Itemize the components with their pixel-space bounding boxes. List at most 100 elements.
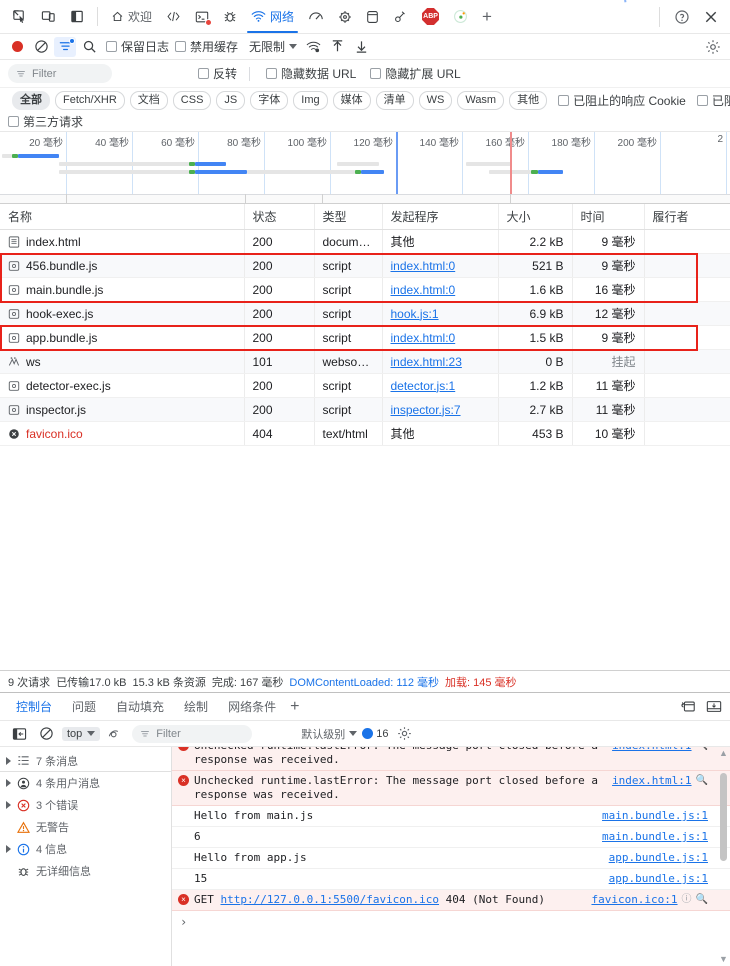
preserve-log-checkbox[interactable]: 保留日志 [106,38,169,55]
cell-initiator[interactable]: index.html:0 [382,277,499,302]
table-row[interactable]: 456.bundle.js 200 script index.html:0 521 B9… [0,253,730,278]
expand-triangle-icon[interactable] [6,756,11,765]
message-source-link[interactable]: main.bundle.js:1 [602,809,708,823]
console-message-row[interactable]: × Unchecked runtime.lastError: The messag… [172,771,730,806]
initiator-link[interactable]: index.html:0 [391,331,456,345]
type-chip-字体[interactable]: 字体 [250,90,289,110]
search-magnifier-icon[interactable] [78,37,100,57]
cell-initiator[interactable]: inspector.js:7 [382,397,499,422]
cell-initiator[interactable]: index.html:23 [382,349,499,374]
restore-drawer-icon[interactable] [680,699,696,714]
tab-extension[interactable] [446,0,475,33]
type-chip-css[interactable]: CSS [172,90,212,110]
type-chip-fetch-xhr[interactable]: Fetch/XHR [55,90,125,110]
record-circle-icon[interactable] [6,37,28,57]
overview-scrubber[interactable] [0,194,730,203]
message-source-link[interactable]: app.bundle.js:1 [609,872,708,886]
tab-network[interactable]: 网络 [244,0,301,33]
tab-elements[interactable] [159,0,188,33]
search-magnifier-icon[interactable]: 🔍 [696,747,708,753]
third-party-checkbox[interactable]: 第三方请求 [8,113,83,130]
inspect-element-icon[interactable] [6,4,33,30]
table-row[interactable]: ws 101 websocket index.html:23 0 B 挂起 [0,349,730,374]
table-row[interactable]: main.bundle.js 200 script index.html:0 1.6 k… [0,277,730,302]
search-magnifier-icon[interactable]: 🔍 [696,774,708,788]
tab-sources[interactable] [216,0,244,33]
console-message-row[interactable]: 15 app.bundle.js:1 [172,869,730,890]
drawer-tab-控制台[interactable]: 控制台 [8,696,61,717]
column-header-履行者[interactable]: 履行者 [644,204,730,230]
cell-initiator[interactable]: index.html:0 [382,325,499,350]
drawer-tab-网络条件[interactable]: 网络条件 [220,696,284,717]
console-message-row[interactable]: 6 main.bundle.js:1 [172,827,730,848]
message-source-link[interactable]: app.bundle.js:1 [609,851,708,865]
table-row[interactable]: inspector.js 200 script inspector.js:7 2.7 k… [0,397,730,422]
tab-performance[interactable] [301,0,331,33]
cell-initiator[interactable]: hook.js:1 [382,301,499,326]
tab-console[interactable] [188,0,216,33]
issues-counter[interactable]: 16 [362,728,389,740]
table-row[interactable]: detector-exec.js 200 script detector.js:1 1.… [0,373,730,398]
tab-adblock-plus[interactable]: ABP [415,0,446,33]
message-url-link[interactable]: http://127.0.0.1:5500/favicon.ico [221,893,440,906]
execution-context-dropdown[interactable]: top [62,726,101,741]
console-message-row[interactable]: × GET http://127.0.0.1:5500/favicon.ico 4… [172,890,730,911]
console-messages[interactable]: × Unchecked runtime.lastError: The messag… [172,747,730,966]
type-chip-全部[interactable]: 全部 [12,90,50,110]
tab-lighthouse[interactable] [386,0,415,33]
column-header-大小[interactable]: 大小 [498,204,573,230]
table-row[interactable]: app.bundle.js 200 script index.html:0 1.5 kB… [0,325,730,350]
console-prompt[interactable]: › [172,911,730,933]
scrubber-handle[interactable] [245,194,246,203]
info-circle-icon[interactable]: ⓘ [682,893,692,907]
tab-application[interactable] [359,0,386,33]
initiator-link[interactable]: inspector.js:7 [391,403,461,417]
hide-data-urls-checkbox[interactable]: 隐藏数据 URL [266,65,356,82]
blocked-requests-checkbox[interactable]: 已阻止请求 [696,92,730,109]
console-sidebar-item-0[interactable]: 7 条消息 [0,750,171,772]
type-chip-其他[interactable]: 其他 [509,90,548,110]
expand-triangle-icon[interactable] [6,779,11,787]
console-sidebar-toggle-icon[interactable] [8,724,30,744]
network-conditions-icon[interactable] [302,37,324,57]
column-header-时间[interactable]: 时间 [572,204,645,230]
scroll-up-arrow-icon[interactable]: ▲ [719,749,728,758]
expand-triangle-icon[interactable] [6,801,11,809]
column-header-状态[interactable]: 状态 [244,204,315,230]
drawer-tab-问题[interactable]: 问题 [64,696,104,717]
add-panel-button[interactable]: + [475,0,499,33]
dock-bottom-icon[interactable] [706,699,722,714]
message-source-link[interactable]: main.bundle.js:1 [602,830,708,844]
console-filter-input[interactable]: Filter [132,724,253,743]
initiator-link[interactable]: hook.js:1 [391,307,439,321]
initiator-link[interactable]: index.html:0 [391,283,456,297]
search-magnifier-icon[interactable]: 🔍 [696,893,708,907]
type-chip-js[interactable]: JS [216,90,246,110]
scrubber-handle[interactable] [66,194,67,203]
disable-cache-checkbox[interactable]: 禁用缓存 [175,38,238,55]
type-chip-img[interactable]: Img [293,90,328,110]
hide-extension-urls-checkbox[interactable]: 隐藏扩展 URL [370,65,461,82]
type-chip-ws[interactable]: WS [418,90,453,110]
console-message-row[interactable]: Hello from main.js main.bundle.js:1 [172,806,730,827]
expand-triangle-icon[interactable] [6,845,11,853]
initiator-link[interactable]: index.html:23 [391,355,462,369]
table-row[interactable]: hook-exec.js 200 script hook.js:1 6.9 kB 12 毫… [0,301,730,326]
column-header-名称[interactable]: 名称 [0,204,245,230]
message-source-link[interactable]: favicon.ico:1 [591,893,677,907]
search-input[interactable]: Filter [8,64,112,83]
help-question-icon[interactable] [668,4,695,30]
scrubber-handle[interactable] [510,194,511,203]
console-sidebar-item-5[interactable]: 无详细信息 [0,860,171,882]
scrubber-handle[interactable] [322,194,323,203]
network-request-table[interactable]: 名称 状态 类型 发起程序 大小 时间 履行者 index.html 200 document 其… [0,204,730,670]
filter-funnel-icon[interactable] [54,36,76,57]
live-expression-eye-icon[interactable] [105,724,127,744]
add-drawer-tab-button[interactable]: + [284,698,305,716]
export-har-arrow-down-icon[interactable] [350,37,372,57]
close-x-icon[interactable] [697,4,724,30]
network-overview-timeline[interactable]: 20 毫秒 40 毫秒 60 毫秒 80 毫秒 100 毫秒 120 毫秒 140 毫秒 16… [0,132,730,204]
drawer-tab-绘制[interactable]: 绘制 [176,696,216,717]
cell-initiator[interactable]: detector.js:1 [382,373,499,398]
table-row[interactable]: index.html 200 document 其他 2.2 kB 9 毫秒 [0,229,730,254]
